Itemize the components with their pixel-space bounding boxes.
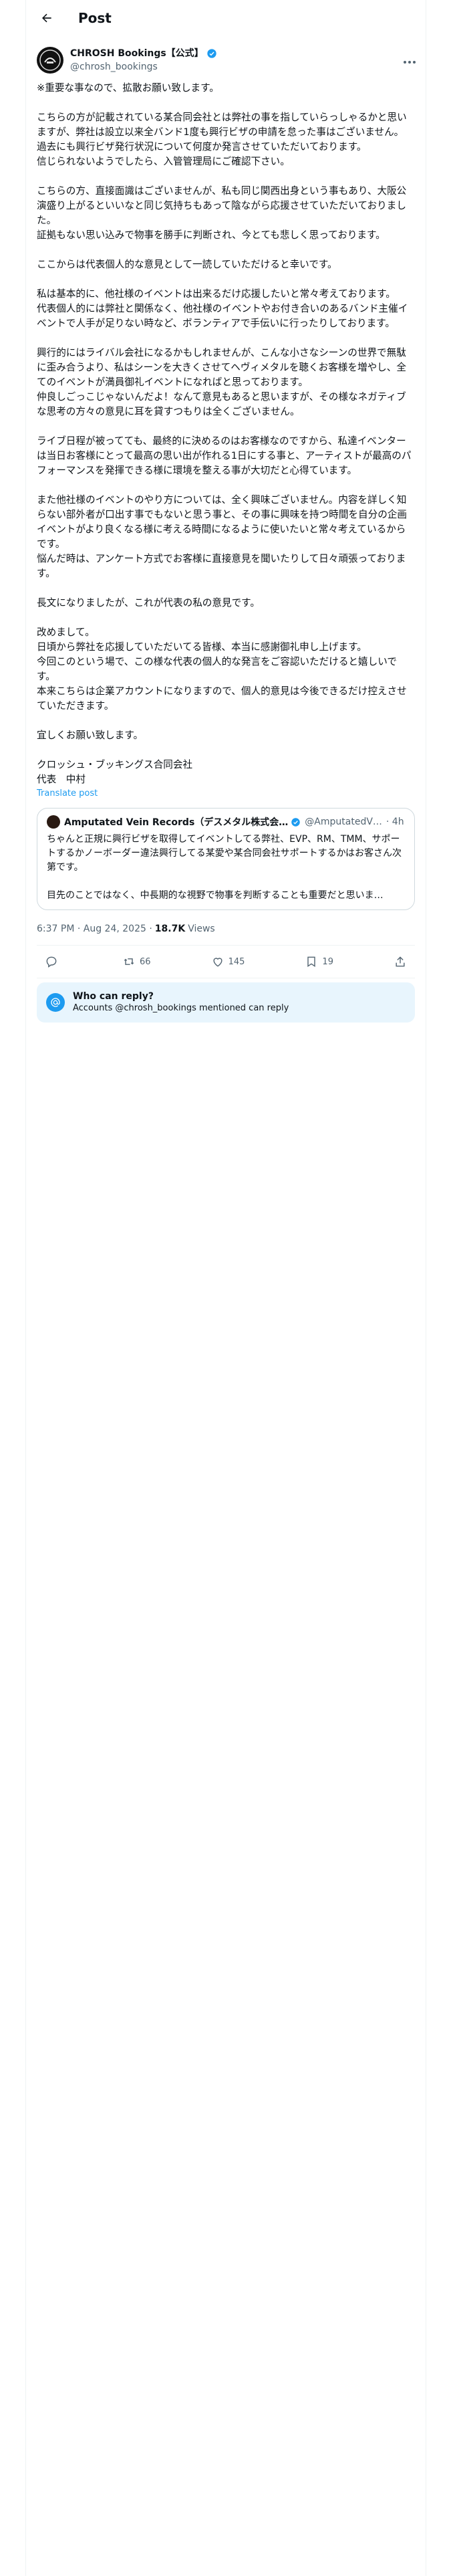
more-options-button[interactable] — [403, 54, 416, 67]
translate-link[interactable]: Translate post — [26, 788, 426, 798]
reply-button[interactable] — [45, 955, 62, 968]
author-names: CHROSH Bookings【公式】 @chrosh_bookings — [70, 47, 217, 74]
share-icon — [396, 956, 405, 967]
verified-badge-icon — [291, 817, 301, 827]
quote-author-handle: @AmputatedV… — [305, 817, 382, 827]
post-meta: 6:37 PM · Aug 24, 2025 · 18.7K Views — [26, 922, 426, 936]
quote-author-name: Amputated Vein Records（デスメタル株式会… — [64, 817, 289, 828]
views-label: Views — [188, 924, 215, 934]
who-can-reply-title: Who can reply? — [73, 991, 154, 1002]
at-sign-icon — [46, 993, 65, 1012]
author-row: CHROSH Bookings【公式】 @chrosh_bookings — [26, 42, 426, 78]
back-button[interactable] — [35, 7, 58, 29]
quote-avatar — [47, 815, 60, 829]
post-timestamp[interactable]: 6:37 PM · Aug 24, 2025 · — [37, 924, 152, 934]
retweet-count: 66 — [140, 956, 151, 967]
page-title: Post — [78, 9, 112, 26]
retweet-button[interactable]: 66 — [122, 955, 151, 968]
share-button[interactable] — [394, 955, 407, 968]
like-button[interactable]: 145 — [211, 955, 245, 968]
more-icon — [404, 61, 416, 64]
heart-icon — [213, 958, 222, 967]
reply-icon — [46, 956, 57, 968]
top-bar: Post — [26, 0, 426, 35]
verified-badge-icon — [206, 48, 217, 59]
quote-text: ちゃんと正規に興行ビザを取得してイベントしてる弊社、EVP、RM、TMM、サポー… — [47, 834, 402, 901]
logo-icon — [39, 49, 61, 71]
bookmark-count: 19 — [322, 956, 333, 967]
author-handle[interactable]: @chrosh_bookings — [70, 60, 217, 74]
author-name[interactable]: CHROSH Bookings【公式】 — [70, 47, 204, 60]
quote-time: · 4h — [386, 817, 404, 827]
main-column: Post CHROSH Bookings【公式】 @chrosh_booking… — [25, 0, 426, 2576]
views-count: 18.7K — [154, 924, 186, 934]
bookmark-button[interactable]: 19 — [305, 955, 333, 968]
avatar[interactable] — [37, 47, 63, 74]
quoted-post[interactable]: Amputated Vein Records（デスメタル株式会… @Amputa… — [37, 808, 415, 910]
bookmark-icon — [307, 956, 316, 967]
who-can-reply-subtitle: Accounts @chrosh_bookings mentioned can … — [73, 1003, 289, 1013]
post-body: ※重要な事なので、拡散お願い致します。 こちらの方が記載されている某合同会社とは… — [37, 82, 412, 785]
retweet-icon — [124, 958, 134, 965]
arrow-left-icon — [42, 13, 51, 22]
who-can-reply-box: Who can reply? Accounts @chrosh_bookings… — [37, 982, 415, 1023]
like-count: 145 — [228, 956, 245, 967]
action-bar: 66 145 19 — [26, 946, 426, 978]
